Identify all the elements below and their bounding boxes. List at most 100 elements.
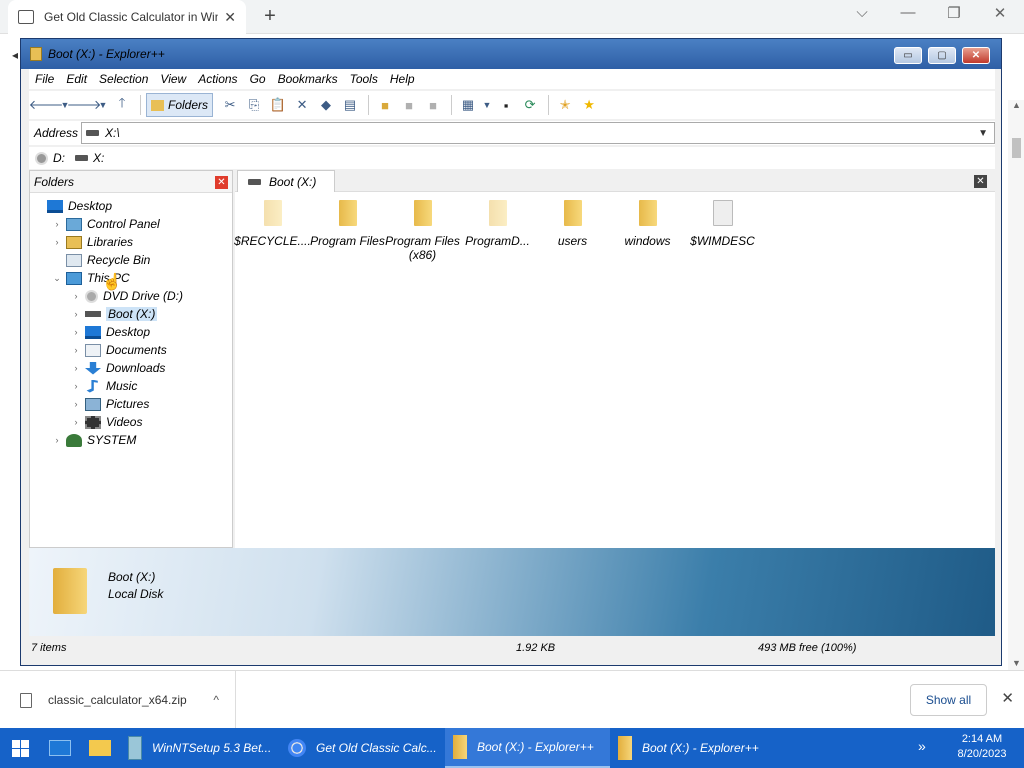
menu-edit[interactable]: Edit	[66, 72, 87, 86]
file-item[interactable]: Program Files	[310, 196, 385, 262]
tree-item[interactable]: › Documents	[30, 341, 232, 359]
download-item[interactable]: classic_calculator_x64.zip ^	[0, 671, 236, 729]
address-dropdown-icon[interactable]: ▼	[978, 128, 988, 139]
new-tab-button[interactable]: +	[258, 5, 282, 28]
taskbar-task-button[interactable]: Get Old Classic Calc...	[280, 728, 445, 768]
menu-actions[interactable]: Actions	[198, 72, 237, 86]
tree-item[interactable]: Recycle Bin	[30, 251, 232, 269]
drive-button-x[interactable]: X:	[75, 151, 104, 165]
paste-icon[interactable]: 📋	[267, 94, 289, 116]
tree-item[interactable]: › Desktop	[30, 323, 232, 341]
downloads-close-icon[interactable]: ✕	[1001, 689, 1014, 707]
tree-item[interactable]: › DVD Drive (D:)	[30, 287, 232, 305]
chevron-right-icon[interactable]: ›	[51, 237, 63, 247]
menu-selection[interactable]: Selection	[99, 72, 148, 86]
taskbar-task-button[interactable]: WinNTSetup 5.3 Bet...	[120, 728, 280, 768]
chevron-right-icon[interactable]: ›	[51, 219, 63, 229]
tree-item[interactable]: › Videos	[30, 413, 232, 431]
menu-help[interactable]: Help	[390, 72, 415, 86]
taskbar-task-button[interactable]: Boot (X:) - Explorer++	[610, 728, 775, 768]
explorer-title-bar[interactable]: Boot (X:) - Explorer++ ▭ ▢ ✕	[21, 39, 1001, 69]
browser-minimize-button[interactable]: —	[888, 4, 928, 21]
chevron-right-icon[interactable]: ›	[70, 309, 82, 319]
tree-item[interactable]: › Pictures	[30, 395, 232, 413]
show-all-button[interactable]: Show all	[910, 684, 987, 716]
file-tab-boot[interactable]: Boot (X:)	[237, 170, 336, 192]
chevron-right-icon[interactable]: ›	[70, 345, 82, 355]
show-hidden-icons-icon[interactable]: »	[918, 738, 926, 754]
cut-icon[interactable]: ✂	[219, 94, 241, 116]
start-button[interactable]	[0, 728, 40, 768]
scroll-down-icon[interactable]: ▼	[1012, 658, 1021, 668]
tree-item[interactable]: › Control Panel	[30, 215, 232, 233]
file-item[interactable]: ProgramD...	[460, 196, 535, 262]
taskbar-file-explorer-button[interactable]	[80, 728, 120, 768]
forward-dropdown-icon[interactable]: ▼	[97, 94, 109, 116]
browser-restore-button[interactable]: ❐	[934, 4, 974, 22]
chevron-up-icon[interactable]: ^	[213, 693, 219, 707]
menu-view[interactable]: View	[160, 72, 186, 86]
add-bookmark-icon[interactable]: ✭	[554, 94, 576, 116]
explorer-maximize-button[interactable]: ▢	[928, 47, 956, 64]
explorer-minimize-button[interactable]: ▭	[894, 47, 922, 64]
properties-icon[interactable]: ▤	[339, 94, 361, 116]
menu-go[interactable]: Go	[250, 72, 266, 86]
chevron-right-icon[interactable]: ›	[70, 417, 82, 427]
tree-item[interactable]: › Music	[30, 377, 232, 395]
browser-page-scrollbar[interactable]: ▲ ▼	[1008, 100, 1024, 670]
delete-permanently-icon[interactable]: ◆	[315, 94, 337, 116]
explorer-close-button[interactable]: ✕	[962, 47, 990, 64]
status-item-count: 7 items	[31, 642, 67, 654]
views-dropdown-icon[interactable]: ▼	[481, 94, 493, 116]
file-item[interactable]: windows	[610, 196, 685, 262]
tree-item[interactable]: › Libraries	[30, 233, 232, 251]
tree-item[interactable]: › SYSTEM	[30, 431, 232, 449]
bookmarks-icon[interactable]: ★	[578, 94, 600, 116]
taskbar-desktop-button[interactable]	[40, 728, 80, 768]
browser-tab[interactable]: Get Old Classic Calculator in Wind ✕	[8, 0, 246, 34]
folders-toggle-button[interactable]: Folders	[146, 93, 214, 117]
chevron-right-icon[interactable]: ›	[70, 327, 82, 337]
menu-bookmarks[interactable]: Bookmarks	[278, 72, 338, 86]
back-arrow-icon[interactable]: 🡐	[29, 94, 64, 116]
chevron-right-icon[interactable]: ›	[70, 363, 82, 373]
taskbar-clock[interactable]: 2:14 AM 8/20/2023	[952, 732, 1012, 762]
menu-tools[interactable]: Tools	[350, 72, 378, 86]
browser-tab-search-button[interactable]: ⌵	[842, 4, 882, 21]
address-field[interactable]: X:\ ▼	[81, 122, 995, 144]
move-to-icon[interactable]: ■	[422, 94, 444, 116]
file-item[interactable]: $WIMDESC	[685, 196, 760, 262]
up-arrow-icon[interactable]: 🡑	[111, 94, 133, 116]
tab-close-icon[interactable]: ✕	[224, 9, 236, 26]
file-item[interactable]: $RECYCLE....	[234, 196, 311, 262]
scrollbar-thumb[interactable]	[1012, 138, 1021, 158]
views-icon[interactable]: ▦	[457, 94, 479, 116]
file-item[interactable]: Program Files (x86)	[385, 196, 460, 262]
taskbar-task-button[interactable]: Boot (X:) - Explorer++	[445, 728, 610, 768]
drive-button-d[interactable]: D:	[35, 151, 65, 165]
tree-item[interactable]: ⌄ This PC	[30, 269, 232, 287]
file-item[interactable]: users	[535, 196, 610, 262]
new-folder-icon[interactable]: ■	[374, 94, 396, 116]
copy-icon[interactable]: ⎘	[243, 94, 265, 116]
copy-to-icon[interactable]: ■	[398, 94, 420, 116]
forward-arrow-icon[interactable]: 🡒	[67, 94, 102, 116]
chevron-right-icon[interactable]: ›	[70, 291, 82, 301]
folders-pane-close-icon[interactable]: ✕	[215, 176, 228, 189]
chevron-down-icon[interactable]: ⌄	[51, 273, 63, 284]
tree-item-label: Boot (X:)	[106, 307, 158, 321]
menu-file[interactable]: File	[35, 72, 54, 86]
scroll-up-icon[interactable]: ▲	[1012, 100, 1021, 110]
refresh-icon[interactable]: ⟳	[519, 94, 541, 116]
delete-icon[interactable]: ✕	[291, 94, 313, 116]
command-prompt-icon[interactable]: ▪	[495, 94, 517, 116]
chevron-right-icon[interactable]: ›	[70, 399, 82, 409]
browser-close-button[interactable]: ✕	[980, 4, 1020, 22]
drive-label: D:	[53, 151, 65, 165]
chevron-right-icon[interactable]: ›	[70, 381, 82, 391]
tree-item[interactable]: › Boot (X:)	[30, 305, 232, 323]
tree-item[interactable]: Desktop	[30, 197, 232, 215]
chevron-right-icon[interactable]: ›	[51, 435, 63, 445]
file-tab-close-icon[interactable]: ✕	[974, 175, 987, 188]
tree-item[interactable]: › Downloads	[30, 359, 232, 377]
